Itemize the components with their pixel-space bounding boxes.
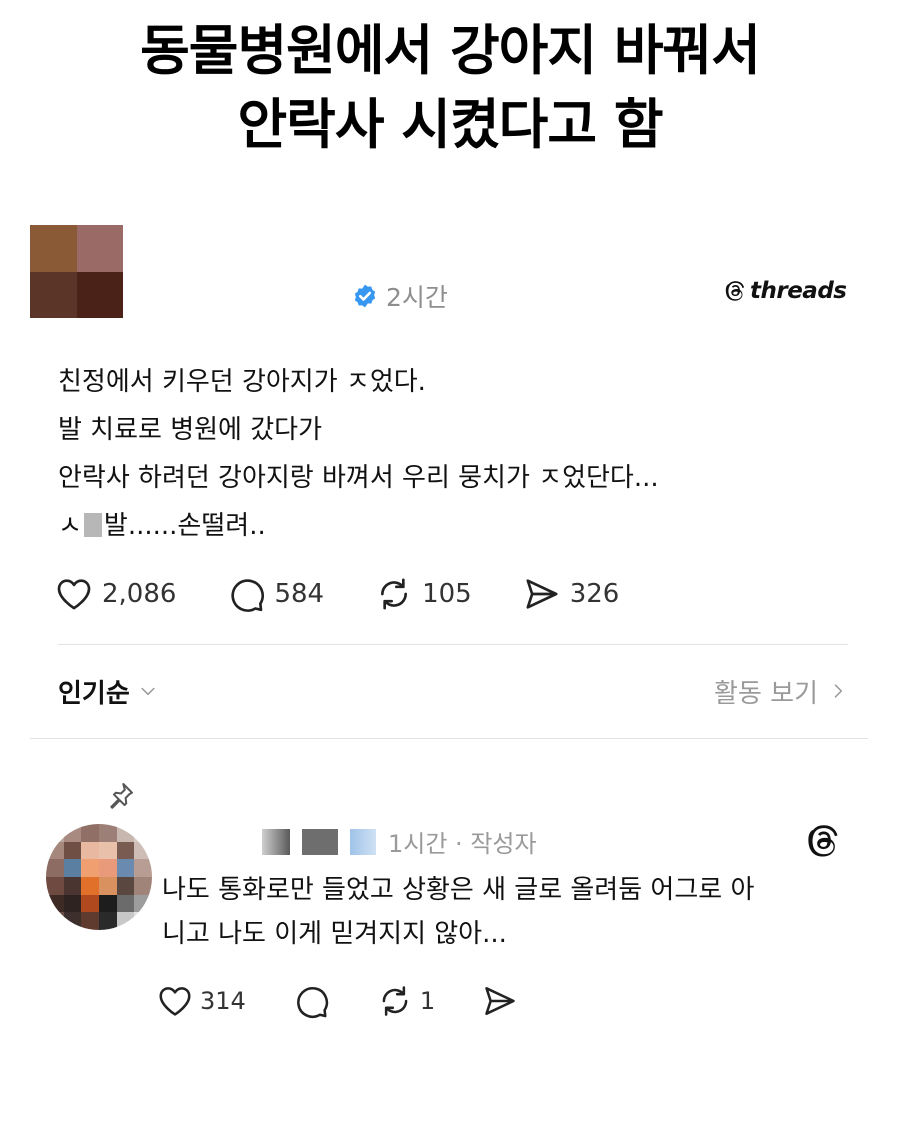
view-activity-link[interactable]: 활동 보기 — [714, 673, 848, 710]
sort-dropdown[interactable]: 인기순 — [58, 673, 158, 710]
divider-top — [58, 644, 848, 645]
post-actions: 2,086 584 105 326 — [54, 574, 669, 614]
repost-button[interactable]: 105 — [374, 574, 472, 614]
reply-like-button[interactable]: 314 — [156, 982, 246, 1020]
share-count: 326 — [569, 579, 620, 609]
post-body: 친정에서 키우던 강아지가 ㅈ었다. 발 치료로 병원에 갔다가 안락사 하려던… — [58, 358, 858, 550]
post-line-3: 안락사 하려던 강아지랑 바껴서 우리 뭉치가 ㅈ었단다... — [58, 463, 659, 493]
comment-button[interactable]: 584 — [226, 574, 324, 614]
username-mosaic — [350, 828, 376, 855]
reply-avatar[interactable] — [46, 824, 152, 930]
post-meta: 2시간 — [352, 278, 448, 314]
reply-repost-count: 1 — [419, 987, 436, 1015]
author-avatar[interactable] — [30, 225, 123, 318]
username-mosaic — [302, 828, 338, 855]
comment-count: 584 — [274, 579, 325, 609]
pin-icon — [110, 783, 133, 809]
reply-repost-button[interactable]: 1 — [376, 982, 435, 1020]
heart-icon — [57, 579, 91, 610]
threads-wordmark: threads — [750, 278, 847, 304]
like-count: 2,086 — [102, 579, 177, 609]
reply-line-1: 나도 통화로만 들었고 상황은 새 글로 올려둠 어그로 아 — [162, 875, 755, 905]
comment-icon — [231, 579, 265, 612]
repost-icon — [381, 578, 408, 610]
send-icon — [485, 987, 515, 1015]
repost-count: 105 — [422, 579, 472, 609]
send-icon — [526, 579, 558, 609]
censor-mosaic — [83, 513, 102, 537]
reply-share-button[interactable] — [481, 982, 519, 1020]
reply-line-2: 니고 나도 이게 믿겨지지 않아... — [162, 919, 507, 949]
reply-meta: 1시간 · 작성자 — [262, 824, 537, 859]
headline-line-2: 안락사 시켰다고 함 — [237, 93, 663, 156]
comment-icon — [296, 987, 328, 1018]
headline: 동물병원에서 강아지 바꿔서 안락사 시켰다고 함 — [0, 14, 900, 162]
chevron-right-icon — [834, 684, 843, 698]
post-line-1: 친정에서 키우던 강아지가 ㅈ었다. — [58, 367, 426, 397]
verified-badge-icon — [354, 284, 376, 308]
reply-actions: 314 1 — [156, 982, 565, 1020]
reply-like-count: 314 — [200, 987, 246, 1015]
sort-label: 인기순 — [58, 678, 130, 709]
reply-body: 나도 통화로만 들었고 상황은 새 글로 올려둠 어그로 아 니고 나도 이게 … — [162, 868, 862, 956]
post-line-2: 발 치료로 병원에 갔다가 — [58, 415, 322, 445]
post-timestamp: 2시간 — [386, 283, 448, 312]
activity-label: 활동 보기 — [714, 678, 818, 709]
reply-timestamp: 1시간 · 작성자 — [388, 830, 537, 858]
like-button[interactable]: 2,086 — [54, 574, 176, 614]
heart-icon — [159, 987, 191, 1016]
divider-bottom — [30, 738, 868, 739]
threads-logo-icon[interactable] — [804, 822, 842, 860]
username-mosaic — [262, 828, 290, 855]
threads-logo-icon — [725, 281, 745, 301]
reply-comment-button[interactable] — [292, 982, 330, 1020]
chevron-down-icon — [141, 687, 155, 696]
post-line-4: ㅅ 발......손떨려.. — [58, 502, 858, 550]
post-line-4-prefix: ㅅ — [58, 511, 82, 541]
share-button[interactable]: 326 — [522, 574, 620, 614]
threads-brand: threads — [724, 278, 847, 304]
repost-icon — [382, 986, 408, 1016]
headline-line-1: 동물병원에서 강아지 바꿔서 — [140, 19, 761, 82]
sort-row: 인기순 활동 보기 — [58, 670, 848, 712]
post-line-4-suffix: 발......손떨려.. — [103, 511, 266, 541]
